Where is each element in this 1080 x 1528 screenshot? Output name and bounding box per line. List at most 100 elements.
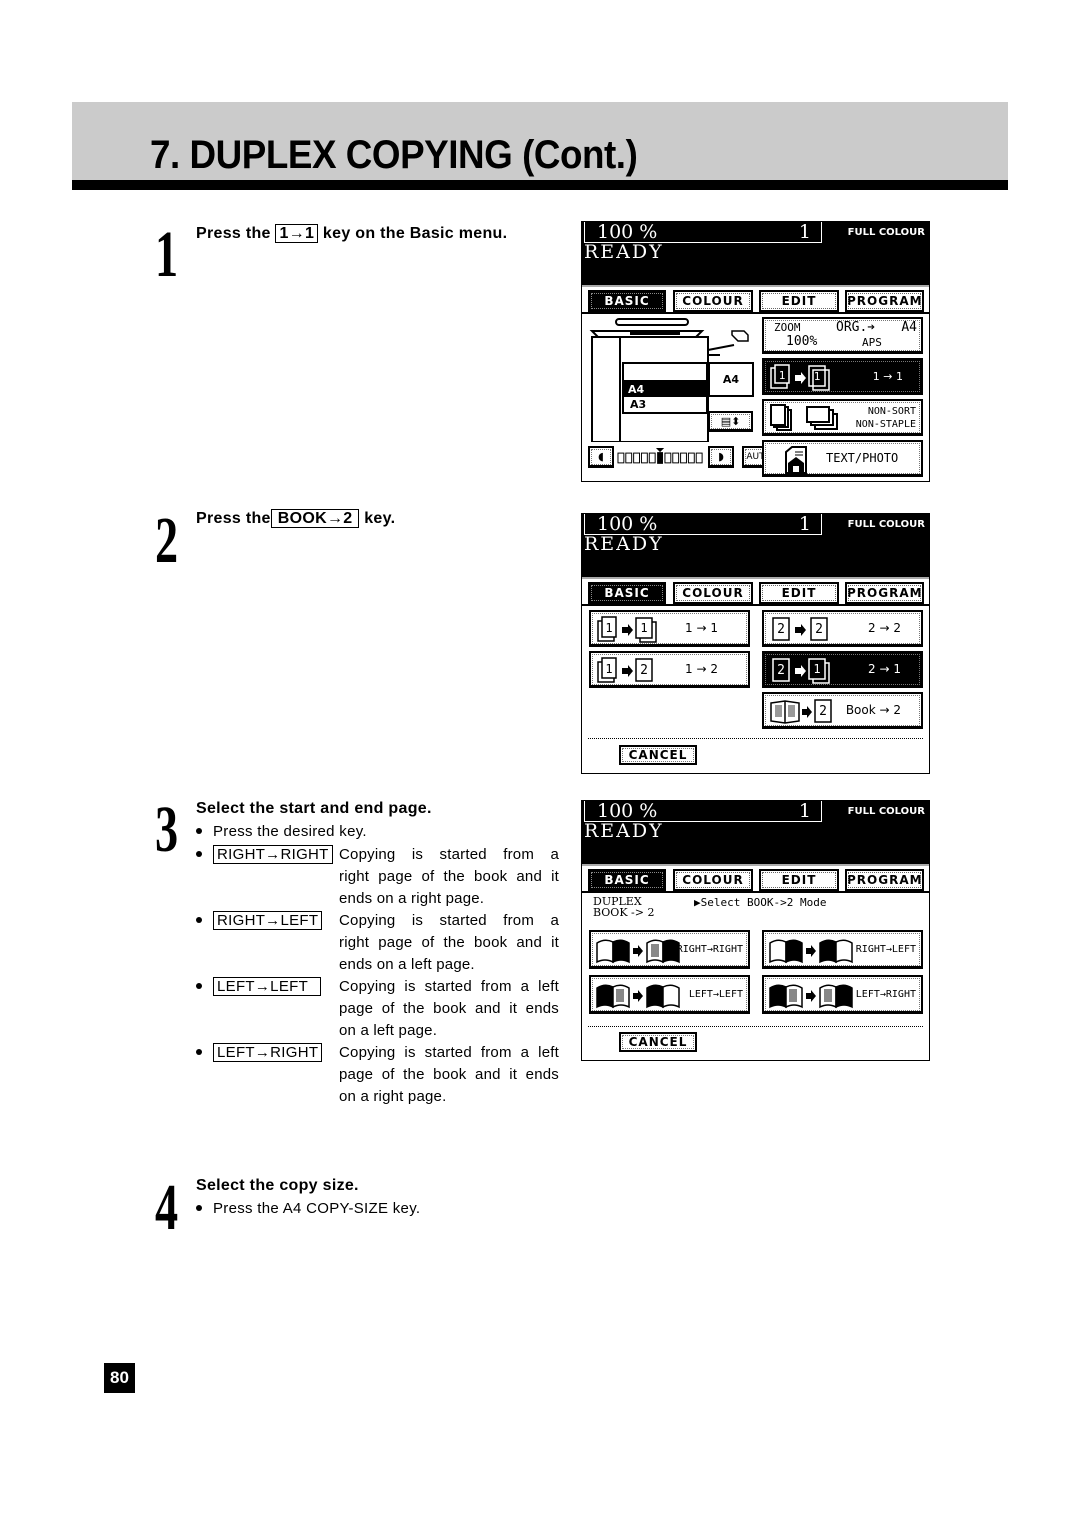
original-mode-label: TEXT/PHOTO [826, 451, 899, 465]
right-to-left-button[interactable]: RIGHT→LEFT [762, 930, 923, 969]
zoom-value: 100% [786, 334, 818, 349]
zoom-display: 100 % 1 [584, 222, 822, 243]
original-mode-button[interactable]: TEXT/PHOTO [762, 440, 923, 477]
duplex-to-duplex-icon: 2 2 [772, 617, 828, 641]
bypass-size[interactable]: A4 [708, 362, 754, 397]
desc-line: page of the book and it ends [339, 1000, 559, 1017]
sort-staple-label: NON-SORT NON-STAPLE [856, 405, 916, 431]
key-right-to-right: RIGHT→RIGHT [213, 845, 333, 864]
tab-colour[interactable]: COLOUR [673, 582, 753, 604]
tab-program[interactable]: PROGRAM [845, 290, 924, 312]
cancel-button[interactable]: CANCEL [619, 1032, 697, 1052]
bullet-icon [196, 917, 202, 924]
mode-indicator: DUPLEX BOOK -> 2 [593, 896, 654, 918]
tab-basic[interactable]: BASIC [588, 290, 666, 312]
copier-panel-basic: 100 % 1 FULL COLOUR READY BASIC COLOUR ED… [581, 221, 930, 482]
tab-edit[interactable]: EDIT [759, 582, 839, 604]
density-scale[interactable] [617, 448, 707, 464]
desc-line: right page of the book and it [339, 934, 559, 951]
status-message: READY [584, 820, 664, 842]
bullet-icon [196, 828, 202, 835]
tab-program[interactable]: PROGRAM [845, 869, 924, 891]
step-4-heading: Select the copy size. [196, 1177, 359, 1194]
svg-text:2: 2 [815, 622, 823, 637]
tray-a4-selected[interactable]: A4 [622, 380, 708, 397]
bullet-icon [196, 851, 202, 858]
half-circle-right-icon: ◗ [718, 450, 724, 463]
desc-line: on a left page. [339, 1022, 438, 1039]
step-2-text-post: key. [359, 510, 396, 527]
bullet-icon [196, 983, 202, 990]
tab-colour[interactable]: COLOUR [673, 290, 753, 312]
simplex-to-duplex-icon: 1 2 [597, 657, 653, 683]
tab-basic[interactable]: BASIC [588, 869, 666, 891]
svg-text:1: 1 [605, 662, 612, 676]
divider [588, 1026, 923, 1027]
svg-text:1: 1 [779, 369, 786, 382]
svg-text:1: 1 [605, 621, 612, 635]
status-message: READY [584, 533, 664, 555]
duplex-1-to-1-button[interactable]: 1 1 1 → 1 [762, 358, 923, 395]
density-slider-icon [617, 448, 703, 464]
status-bar: 100 % 1 FULL COLOUR READY [582, 514, 929, 577]
page-number: 80 [104, 1363, 135, 1393]
desc-line: Copying is started from a [339, 912, 559, 929]
svg-text:2: 2 [777, 622, 785, 637]
desc-line: Copying is started from a left [339, 1044, 559, 1061]
aps-label: APS [862, 336, 882, 349]
half-circle-left-icon: ◖ [598, 450, 604, 463]
tab-edit[interactable]: EDIT [759, 869, 839, 891]
bullet-text: Press the A4 COPY-SIZE key. [213, 1200, 421, 1217]
bullet-icon [196, 1205, 202, 1212]
right-to-right-button[interactable]: RIGHT→RIGHT [589, 930, 750, 969]
tab-program[interactable]: PROGRAM [845, 582, 924, 604]
menu-tabs: BASIC COLOUR EDIT PROGRAM [582, 577, 929, 606]
tab-edit[interactable]: EDIT [759, 290, 839, 312]
sort-line-2: NON-STAPLE [855, 419, 916, 430]
step-3-bullet-2: RIGHT→RIGHT [196, 845, 333, 864]
simplex-to-simplex-icon: 1 1 [597, 616, 657, 643]
tab-basic[interactable]: BASIC [588, 582, 666, 604]
svg-text:1: 1 [814, 370, 821, 383]
up-down-arrow-icon: ⬍ [731, 414, 741, 428]
duplex-1-to-1-button[interactable]: 1 1 1 → 1 [589, 610, 750, 647]
paper-select-button[interactable]: ▤ ⬍ [708, 411, 753, 432]
mode-label: 2 → 2 [868, 621, 901, 635]
mode-label: 1 → 2 [685, 662, 718, 676]
left-to-right-description: Copying is started from a left page of t… [339, 1042, 559, 1108]
zoom-org-button[interactable]: ZOOM 100% ORG.➔ A4 APS [762, 317, 923, 354]
duplex-2-to-2-button[interactable]: 2 2 2 → 2 [762, 610, 923, 647]
duplex-2-to-1-button[interactable]: 2 1 2 → 1 [762, 651, 923, 688]
zoom-display: 100 % 1 [584, 514, 822, 535]
mode-label: Book → 2 [845, 703, 901, 717]
desc-line: ends on a right page. [339, 890, 485, 907]
step-2-text-pre: Press the [196, 510, 271, 527]
duplex-book-to-2-button[interactable]: 2 Book → 2 [762, 692, 923, 729]
duplex-mode-label: 1 → 1 [872, 369, 903, 383]
tray-blank [622, 362, 708, 380]
book-to-duplex-icon: 2 [770, 699, 832, 724]
book-left-to-left-icon [596, 984, 680, 1009]
density-darker-button[interactable]: ◗ [708, 446, 734, 468]
tab-colour[interactable]: COLOUR [673, 869, 753, 891]
hand-icon [731, 330, 749, 342]
tray-a3[interactable]: A3 [622, 397, 708, 414]
status-bar: 100 % 1 FULL COLOUR READY [582, 222, 929, 285]
left-to-right-button[interactable]: LEFT→RIGHT [762, 975, 923, 1014]
desc-line: ends on a left page. [339, 956, 475, 973]
left-to-left-button[interactable]: LEFT→LEFT [589, 975, 750, 1014]
key-left-to-left: LEFT→LEFT [213, 977, 322, 996]
cancel-button[interactable]: CANCEL [619, 745, 697, 765]
density-lighter-button[interactable]: ◖ [588, 446, 614, 468]
step-number-3: 3 [155, 793, 179, 866]
menu-tabs: BASIC COLOUR EDIT PROGRAM [582, 285, 929, 314]
step-3-bullet-4: LEFT→LEFT [196, 977, 322, 996]
option-label: LEFT→LEFT [688, 988, 743, 1000]
right-to-left-description: Copying is started from a right page of … [339, 910, 559, 976]
colour-mode: FULL COLOUR [847, 806, 925, 817]
zoom-percent: 100 % [597, 800, 658, 822]
simplex-to-simplex-icon: 1 1 [770, 364, 830, 391]
step-1-text-pre: Press the [196, 225, 276, 242]
duplex-1-to-2-button[interactable]: 1 2 1 → 2 [589, 651, 750, 688]
sort-staple-button[interactable]: NON-SORT NON-STAPLE [762, 399, 923, 436]
